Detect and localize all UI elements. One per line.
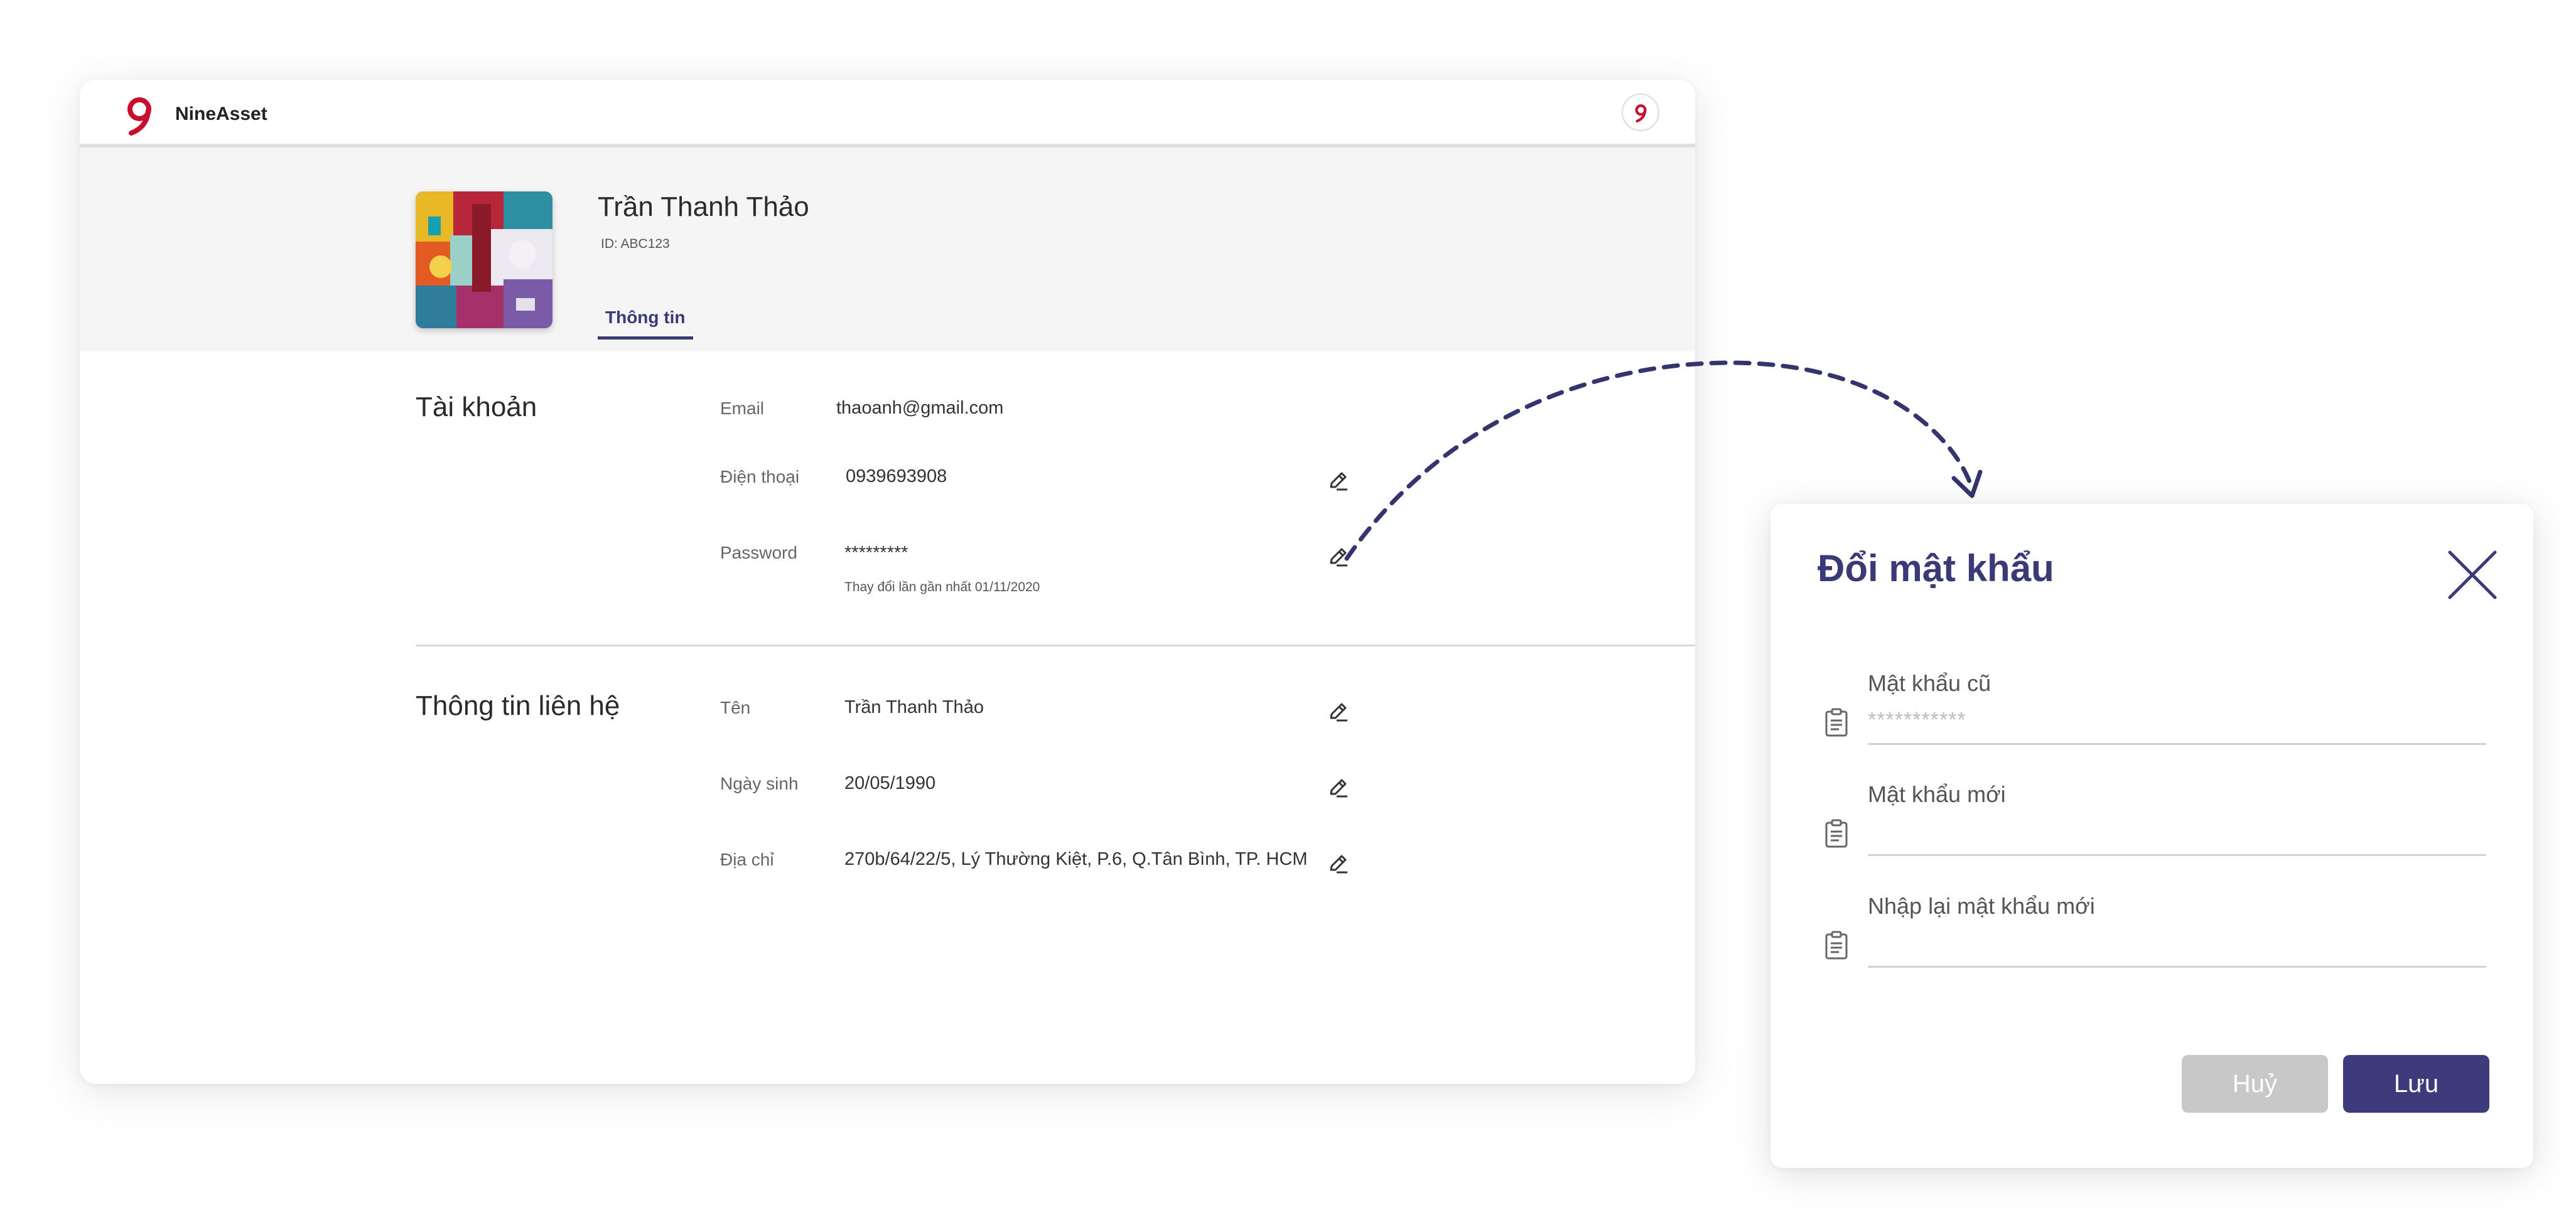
phone-label: Điện thoại: [720, 467, 800, 486]
password-label: Password: [720, 543, 797, 562]
confirm-password-label: Nhập lại mật khẩu mới: [1868, 893, 2095, 919]
dob-value: 20/05/1990: [844, 773, 936, 793]
address-value: 270b/64/22/5, Lý Thường Kiệt, P.6, Q.Tân…: [844, 849, 1308, 869]
email-value: thaoanh@gmail.com: [836, 398, 1004, 418]
save-button[interactable]: Lưu: [2343, 1055, 2489, 1113]
password-changed-note: Thay đổi lần gần nhất 01/11/2020: [844, 580, 1040, 594]
change-password-dialog: Đổi mật khẩu Mật khẩu cũ *********** Mật…: [1770, 504, 2533, 1168]
phone-value: 0939693908: [846, 466, 947, 486]
profile-name: Trần Thanh Thảo: [598, 191, 809, 222]
brand-name[interactable]: NineAsset: [175, 104, 267, 125]
contact-name-label: Tên: [720, 698, 751, 717]
account-section-title: Tài khoản: [416, 392, 537, 422]
new-password-field[interactable]: Mật khẩu mới: [1818, 775, 2486, 869]
contact-name-value: Trần Thanh Thảo: [844, 697, 984, 717]
new-password-label: Mật khẩu mới: [1868, 781, 2006, 807]
edit-address-icon[interactable]: [1328, 853, 1349, 874]
section-divider: [416, 645, 1695, 646]
tab-info[interactable]: Thông tin: [598, 308, 693, 340]
email-label: Email: [720, 399, 765, 418]
edit-dob-icon[interactable]: [1328, 777, 1349, 798]
old-password-label: Mật khẩu cũ: [1868, 670, 1991, 696]
dialog-title: Đổi mật khẩu: [1818, 547, 2054, 589]
user-avatar-button[interactable]: [1622, 94, 1659, 131]
clipboard-icon: [1825, 708, 1848, 737]
contact-section-title: Thông tin liên hệ: [416, 690, 620, 721]
confirm-password-underline: [1868, 966, 2486, 968]
address-label: Địa chỉ: [720, 850, 774, 869]
nineasset-logo-icon[interactable]: [122, 95, 158, 136]
profile-header: Trần Thanh Thảo ID: ABC123 Thông tin: [80, 147, 1695, 351]
old-password-underline: [1868, 743, 2486, 745]
confirm-password-field[interactable]: Nhập lại mật khẩu mới: [1818, 887, 2486, 981]
password-value: *********: [844, 543, 908, 563]
profile-id: ID: ABC123: [601, 237, 670, 251]
dob-label: Ngày sinh: [720, 774, 799, 793]
new-password-underline: [1868, 854, 2486, 856]
cancel-button[interactable]: Huỷ: [2182, 1055, 2328, 1113]
profile-photo[interactable]: [416, 191, 552, 328]
edit-phone-icon[interactable]: [1328, 470, 1349, 491]
profile-window: NineAsset Trần Thanh Thảo ID: ABC123 Thô…: [80, 80, 1695, 1084]
user-logo-icon: [1635, 104, 1647, 122]
clipboard-icon: [1825, 931, 1848, 960]
old-password-input[interactable]: ***********: [1868, 708, 1966, 732]
close-icon[interactable]: [2447, 550, 2498, 600]
top-bar: NineAsset: [80, 80, 1695, 147]
old-password-field[interactable]: Mật khẩu cũ ***********: [1818, 664, 2486, 758]
clipboard-icon: [1825, 819, 1848, 848]
edit-password-icon[interactable]: [1328, 546, 1349, 567]
edit-name-icon[interactable]: [1328, 701, 1349, 722]
